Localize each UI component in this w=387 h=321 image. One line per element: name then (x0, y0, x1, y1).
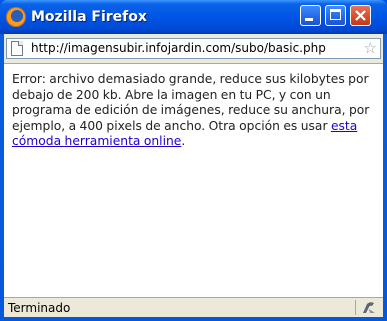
message-text: Error: archivo demasiado grande, reduce … (12, 72, 370, 133)
minimize-button[interactable] (300, 5, 321, 26)
firefox-logo-icon (6, 7, 26, 27)
url-text[interactable]: http://imagensubir.infojardin.com/subo/b… (31, 41, 326, 55)
star-icon[interactable]: ☆ (364, 40, 377, 57)
page-icon (11, 41, 23, 56)
minimize-icon (305, 18, 313, 21)
message-end: . (181, 134, 186, 149)
page-content: Error: archivo demasiado grande, reduce … (4, 63, 383, 297)
status-bar: Terminado (4, 297, 383, 317)
window-body: http://imagensubir.infojardin.com/subo/b… (4, 34, 383, 317)
security-icon[interactable] (361, 300, 377, 315)
maximize-icon (330, 9, 341, 20)
maximize-button[interactable] (325, 5, 346, 26)
status-text: Terminado (8, 301, 71, 315)
close-icon (355, 10, 366, 21)
close-button[interactable] (350, 5, 371, 26)
error-message: Error: archivo demasiado grande, reduce … (12, 72, 380, 150)
window-title: Mozilla Firefox (31, 9, 147, 25)
status-divider (355, 300, 356, 315)
browser-window: Mozilla Firefox http://imagensubir.infoj… (0, 0, 387, 321)
location-bar: http://imagensubir.infojardin.com/subo/b… (4, 34, 383, 62)
title-bar[interactable]: Mozilla Firefox (0, 0, 387, 34)
url-field[interactable]: http://imagensubir.infojardin.com/subo/b… (6, 38, 381, 59)
